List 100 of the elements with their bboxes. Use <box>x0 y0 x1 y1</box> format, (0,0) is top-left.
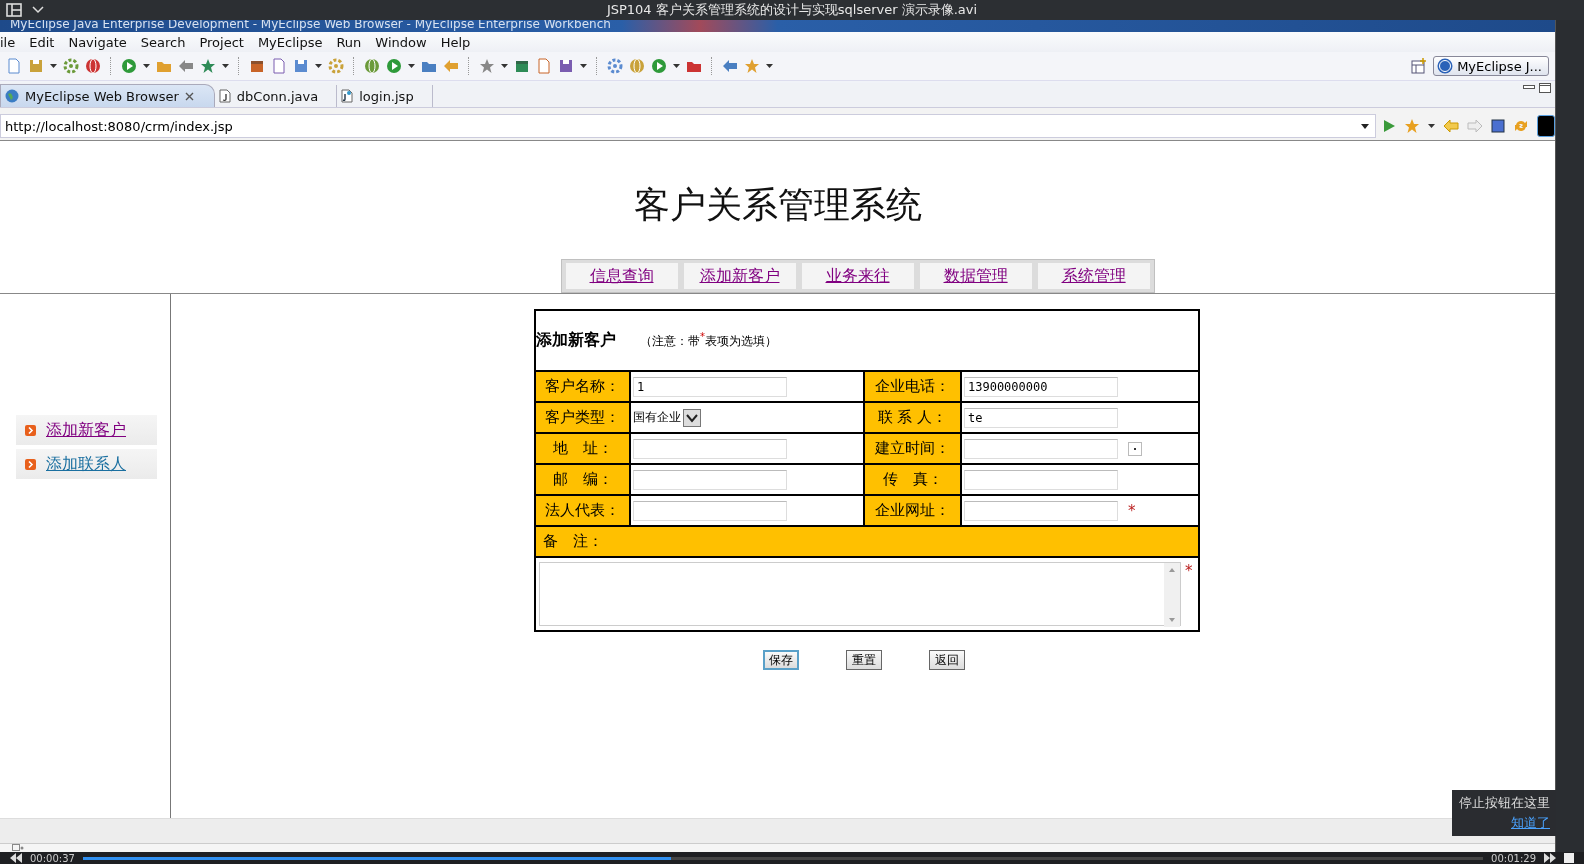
minimize-icon[interactable] <box>1523 83 1535 91</box>
sidebar-link[interactable]: 添加联系人 <box>46 453 126 475</box>
type-select[interactable]: 国有企业 <box>633 408 701 427</box>
input-field[interactable]: 13900000000 <box>964 376 1118 397</box>
field-label: 客户类型： <box>536 403 631 432</box>
dropdown-arrow-icon[interactable] <box>222 64 229 68</box>
toolbar-arrow-icon[interactable] <box>722 58 738 74</box>
tooltip-link[interactable]: 知道了 <box>1511 814 1550 832</box>
menu-item[interactable]: Search <box>133 34 193 50</box>
toolbar-arrow-icon[interactable] <box>443 58 459 74</box>
toolbar-box-icon[interactable] <box>514 58 530 74</box>
field-label: 企业网址： <box>865 496 962 525</box>
preview-thumbnail <box>1537 115 1555 137</box>
menu-item[interactable]: Navigate <box>61 34 134 50</box>
form-note: （注意：带$^{*}$表项为选填） <box>640 331 777 350</box>
form-button[interactable]: 保存 <box>763 650 799 670</box>
input-field[interactable] <box>633 500 787 521</box>
editor-tab[interactable]: dbConn.java <box>214 85 338 107</box>
menu-item[interactable]: Run <box>329 34 369 50</box>
input-field[interactable] <box>633 438 787 459</box>
editor-tab[interactable]: login.jsp <box>337 85 433 107</box>
chevron-down-icon[interactable] <box>32 6 44 14</box>
toolbar-doc-icon[interactable] <box>271 58 287 74</box>
maximize-icon[interactable] <box>1539 83 1551 93</box>
dropdown-arrow-icon[interactable] <box>580 64 587 68</box>
optional-mark: * <box>1185 562 1193 580</box>
menu-item[interactable]: Project <box>192 34 251 50</box>
jsp-file-icon <box>341 89 354 103</box>
toolbar-arrow-icon[interactable] <box>178 58 194 74</box>
input-field[interactable] <box>964 438 1118 459</box>
chevron-right-icon <box>25 458 36 470</box>
toolbar-gear-icon[interactable] <box>607 58 623 74</box>
page-title: 客户关系管理系统 <box>632 184 923 227</box>
toolbar-doc-icon[interactable] <box>536 58 552 74</box>
dropdown-arrow-icon[interactable] <box>766 64 773 68</box>
scrollbar-drawing <box>1164 563 1180 627</box>
url-field[interactable]: http://localhost:8080/crm/index.jsp <box>0 114 1376 138</box>
toolbar-star-icon[interactable] <box>200 58 216 74</box>
star-icon[interactable] <box>1404 118 1420 134</box>
toolbar-play-icon[interactable] <box>121 58 137 74</box>
editor-tab[interactable]: MyEclipse Web Browser <box>0 84 215 107</box>
toolbar-gear-icon[interactable] <box>63 58 79 74</box>
toolbar-save-icon[interactable] <box>28 58 44 74</box>
elapsed-time: 00:00:37 <box>30 852 75 864</box>
dropdown-arrow-icon[interactable] <box>408 64 415 68</box>
toolbar-gear-icon[interactable] <box>328 58 344 74</box>
input-field[interactable] <box>964 500 1118 521</box>
toolbar-doc-icon[interactable] <box>6 58 22 74</box>
toolbar-play-icon[interactable] <box>386 58 402 74</box>
input-field[interactable] <box>633 469 787 490</box>
input-field[interactable]: te <box>964 407 1118 428</box>
field-label: 客户名称： <box>536 372 631 401</box>
video-title: JSP104 客户关系管理系统的设计与实现sqlserver 演示录像.avi <box>605 1 979 19</box>
input-field[interactable]: 1 <box>633 376 787 397</box>
menu-item[interactable]: MyEclipse <box>250 34 330 50</box>
field-label: 法人代表： <box>536 496 631 525</box>
toolbar-star-icon[interactable] <box>479 58 495 74</box>
refresh-icon[interactable] <box>1513 118 1529 134</box>
toolbar-save-icon[interactable] <box>293 58 309 74</box>
dropdown-arrow-icon[interactable] <box>143 64 150 68</box>
layout-icon[interactable] <box>6 3 22 17</box>
field-label: 企业电话： <box>865 372 962 401</box>
field-label: 传 真： <box>865 465 962 494</box>
menu-item[interactable]: Edit <box>22 34 62 50</box>
total-time: 00:01:29 <box>1491 852 1536 864</box>
go-icon[interactable] <box>1382 119 1396 133</box>
toolbar-globe-icon[interactable] <box>85 58 101 74</box>
stop-icon[interactable] <box>1491 119 1505 133</box>
dropdown-arrow-icon[interactable] <box>1428 124 1435 128</box>
date-picker-button[interactable] <box>1128 441 1142 456</box>
dropdown-arrow-icon[interactable] <box>501 64 508 68</box>
status-icon <box>12 844 24 852</box>
perspective-button[interactable]: MyEclipse J... <box>1433 56 1549 76</box>
toolbar-box-icon[interactable] <box>249 58 265 74</box>
close-icon[interactable] <box>184 91 194 101</box>
toolbar-save-icon[interactable] <box>558 58 574 74</box>
menu-item[interactable]: Help <box>433 34 478 50</box>
menu-item[interactable]: Window <box>368 34 434 50</box>
dropdown-arrow-icon[interactable] <box>673 64 680 68</box>
toolbar-play-icon[interactable] <box>651 58 667 74</box>
input-field[interactable] <box>964 469 1118 490</box>
form-button[interactable]: 返回 <box>929 650 965 670</box>
sidebar-link[interactable]: 添加新客户 <box>46 419 126 441</box>
myeclipse-logo-icon <box>1437 58 1454 74</box>
field-label: 联 系 人： <box>865 403 962 432</box>
toolbar-globe-icon[interactable] <box>364 58 380 74</box>
form-button[interactable]: 重置 <box>846 650 882 670</box>
toolbar-star-icon[interactable] <box>744 58 760 74</box>
dropdown-arrow-icon[interactable] <box>315 64 322 68</box>
optional-mark: * <box>1128 501 1136 520</box>
open-perspective-icon[interactable] <box>1411 58 1428 74</box>
progress-bar[interactable] <box>82 856 1484 860</box>
java-file-icon <box>218 89 231 103</box>
tooltip-text: 停止按钮在这里 <box>1459 794 1550 812</box>
dropdown-arrow-icon[interactable] <box>50 64 57 68</box>
toolbar-globe-icon[interactable] <box>629 58 645 74</box>
field-label: 建立时间： <box>865 434 962 463</box>
menu-item[interactable]: ile <box>0 34 23 50</box>
back-arrow-icon[interactable] <box>1443 119 1459 133</box>
dropdown-arrow-icon[interactable] <box>1361 123 1369 129</box>
